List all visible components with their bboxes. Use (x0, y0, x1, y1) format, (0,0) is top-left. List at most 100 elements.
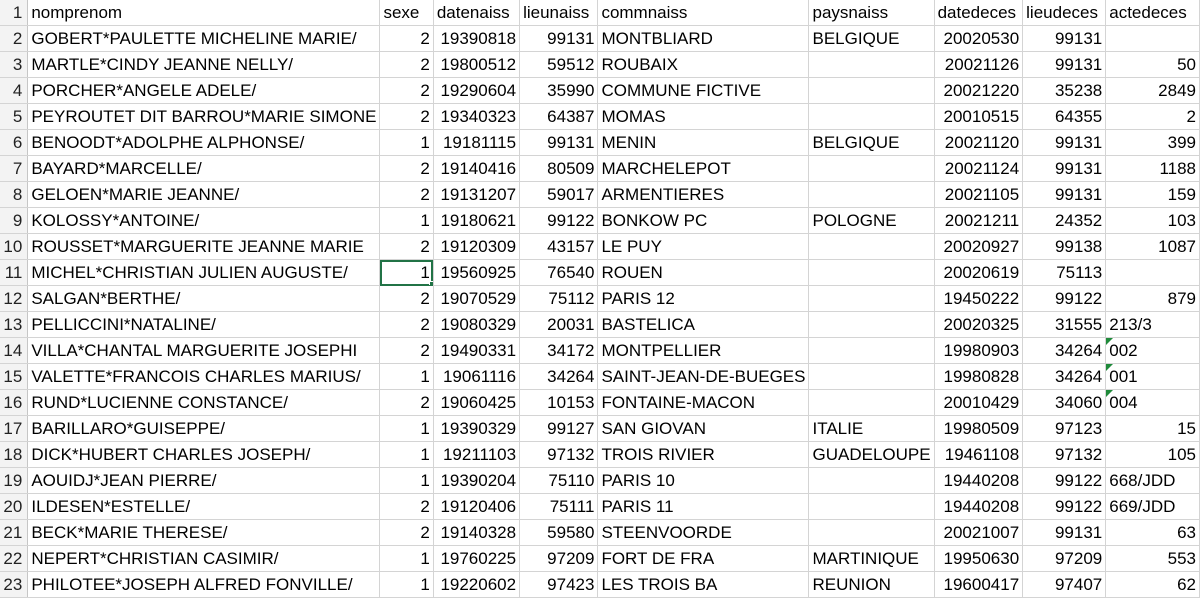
cell-sexe[interactable]: 1 (379, 545, 434, 572)
row-header[interactable]: 3 (0, 51, 29, 78)
cell-commnaiss[interactable]: ROUBAIX (597, 51, 810, 78)
cell-nomprenom[interactable]: KOLOSSY*ANTOINE/ (27, 207, 381, 234)
cell-lieunaiss[interactable]: 34264 (519, 363, 599, 390)
cell-datenaiss[interactable]: 19560925 (433, 259, 521, 286)
cell-sexe[interactable]: 2 (379, 519, 434, 546)
cell-actedeces[interactable]: 669/JDD (1105, 493, 1200, 520)
cell-datedeces[interactable]: 20021126 (934, 51, 1024, 78)
cell-commnaiss[interactable]: FORT DE FRA (597, 545, 810, 572)
cell-datedeces[interactable]: 20021007 (934, 519, 1024, 546)
row-header[interactable]: 12 (0, 285, 29, 312)
cell-lieudeces[interactable]: 24352 (1022, 207, 1107, 234)
cell-commnaiss[interactable]: MENIN (597, 129, 810, 156)
cell-lieunaiss[interactable]: 75111 (519, 493, 599, 520)
cell-sexe[interactable]: 2 (379, 181, 434, 208)
cell-commnaiss[interactable]: ROUEN (597, 259, 810, 286)
cell-actedeces[interactable]: 004 (1105, 389, 1200, 416)
cell-datedeces[interactable]: 19440208 (934, 467, 1024, 494)
cell-paysnaiss[interactable] (808, 389, 935, 416)
cell-actedeces[interactable]: 2849 (1105, 77, 1200, 104)
cell-commnaiss[interactable]: MONTPELLIER (597, 337, 810, 364)
cell-datenaiss[interactable]: 19060425 (433, 389, 521, 416)
cell-datedeces[interactable]: 20021120 (934, 129, 1024, 156)
cell-actedeces[interactable]: 002 (1105, 337, 1200, 364)
cell-lieudeces[interactable]: 99131 (1022, 51, 1107, 78)
cell-nomprenom[interactable]: PORCHER*ANGELE ADELE/ (27, 77, 381, 104)
cell-datenaiss[interactable]: 19390818 (433, 25, 521, 52)
cell-lieunaiss[interactable]: 64387 (519, 103, 599, 130)
cell-datenaiss[interactable]: 19061116 (433, 363, 521, 390)
cell-datenaiss[interactable]: 19180621 (433, 207, 521, 234)
cell-datenaiss[interactable]: 19800512 (433, 51, 521, 78)
cell-lieunaiss[interactable]: 97423 (519, 571, 599, 598)
cell-actedeces[interactable]: 553 (1105, 545, 1200, 572)
cell-nomprenom[interactable]: ILDESEN*ESTELLE/ (27, 493, 381, 520)
cell-lieudeces[interactable]: 64355 (1022, 103, 1107, 130)
cell-lieudeces[interactable]: 99138 (1022, 233, 1107, 260)
cell-datenaiss[interactable]: 19080329 (433, 311, 521, 338)
cell-lieunaiss[interactable]: 75110 (519, 467, 599, 494)
cell-datedeces[interactable]: 20020927 (934, 233, 1024, 260)
cell-sexe[interactable]: 1 (379, 415, 434, 442)
cell-sexe[interactable]: 2 (379, 389, 434, 416)
cell-sexe[interactable]: 2 (379, 51, 434, 78)
column-header-lieunaiss[interactable]: lieunaiss (519, 0, 599, 26)
cell-lieunaiss[interactable]: 97132 (519, 441, 599, 468)
cell-commnaiss[interactable]: BONKOW PC (597, 207, 810, 234)
cell-datedeces[interactable]: 20021105 (934, 181, 1024, 208)
cell-paysnaiss[interactable] (808, 363, 935, 390)
cell-actedeces[interactable]: 879 (1105, 285, 1200, 312)
cell-commnaiss[interactable]: SAN GIOVAN (597, 415, 810, 442)
cell-sexe[interactable]: 1 (379, 467, 434, 494)
cell-nomprenom[interactable]: BENOODT*ADOLPHE ALPHONSE/ (27, 129, 381, 156)
cell-lieunaiss[interactable]: 34172 (519, 337, 599, 364)
cell-nomprenom[interactable]: PHILOTEE*JOSEPH ALFRED FONVILLE/ (27, 571, 381, 598)
cell-commnaiss[interactable]: FONTAINE-MACON (597, 389, 810, 416)
row-header[interactable]: 11 (0, 259, 29, 286)
cell-actedeces[interactable]: 213/3 (1105, 311, 1200, 338)
cell-datenaiss[interactable]: 19290604 (433, 77, 521, 104)
cell-datedeces[interactable]: 19600417 (934, 571, 1024, 598)
cell-datedeces[interactable]: 20021211 (934, 207, 1024, 234)
cell-datenaiss[interactable]: 19760225 (433, 545, 521, 572)
cell-lieudeces[interactable]: 99131 (1022, 155, 1107, 182)
column-header-sexe[interactable]: sexe (379, 0, 434, 26)
row-header[interactable]: 5 (0, 103, 29, 130)
cell-lieunaiss[interactable]: 99122 (519, 207, 599, 234)
row-header[interactable]: 4 (0, 77, 29, 104)
cell-sexe[interactable]: 1 (379, 207, 434, 234)
cell-lieunaiss[interactable]: 10153 (519, 389, 599, 416)
cell-lieudeces[interactable]: 99131 (1022, 519, 1107, 546)
cell-sexe[interactable]: 2 (379, 25, 434, 52)
cell-actedeces[interactable]: 159 (1105, 181, 1200, 208)
cell-actedeces[interactable]: 1188 (1105, 155, 1200, 182)
cell-paysnaiss[interactable]: POLOGNE (808, 207, 935, 234)
row-header[interactable]: 18 (0, 441, 29, 468)
cell-actedeces[interactable]: 105 (1105, 441, 1200, 468)
cell-lieudeces[interactable]: 34060 (1022, 389, 1107, 416)
cell-datenaiss[interactable]: 19340323 (433, 103, 521, 130)
row-header[interactable]: 21 (0, 519, 29, 546)
cell-paysnaiss[interactable] (808, 103, 935, 130)
row-header[interactable]: 6 (0, 129, 29, 156)
cell-datenaiss[interactable]: 19220602 (433, 571, 521, 598)
cell-datedeces[interactable]: 20021220 (934, 77, 1024, 104)
cell-lieudeces[interactable]: 34264 (1022, 337, 1107, 364)
cell-paysnaiss[interactable] (808, 51, 935, 78)
cell-lieunaiss[interactable]: 59017 (519, 181, 599, 208)
cell-lieudeces[interactable]: 97407 (1022, 571, 1107, 598)
cell-sexe[interactable]: 2 (379, 311, 434, 338)
cell-nomprenom[interactable]: VALETTE*FRANCOIS CHARLES MARIUS/ (27, 363, 381, 390)
cell-paysnaiss[interactable] (808, 181, 935, 208)
cell-sexe[interactable]: 1 (379, 363, 434, 390)
row-header[interactable]: 14 (0, 337, 29, 364)
row-header[interactable]: 1 (0, 0, 29, 26)
cell-lieudeces[interactable]: 97123 (1022, 415, 1107, 442)
cell-datedeces[interactable]: 20010429 (934, 389, 1024, 416)
cell-actedeces[interactable]: 15 (1105, 415, 1200, 442)
cell-actedeces[interactable]: 399 (1105, 129, 1200, 156)
cell-sexe[interactable]: 2 (379, 285, 434, 312)
row-header[interactable]: 16 (0, 389, 29, 416)
cell-datedeces[interactable]: 19461108 (934, 441, 1024, 468)
cell-sexe[interactable]: 1 (379, 441, 434, 468)
